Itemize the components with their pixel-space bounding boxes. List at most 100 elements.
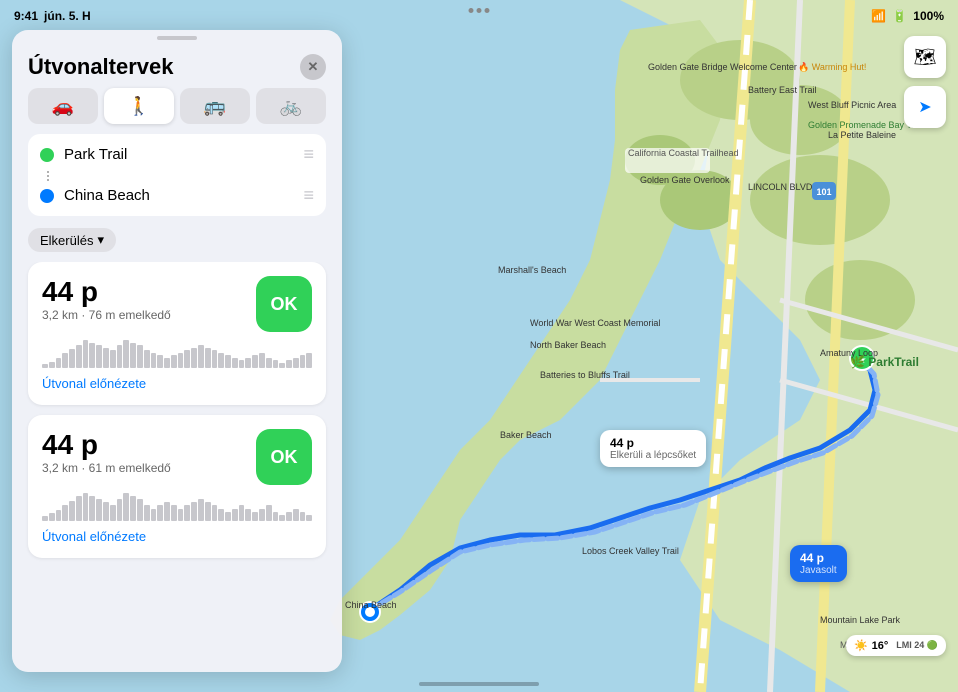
elevation-bar [232,509,238,521]
route-2-preview-link[interactable]: Útvonal előnézete [42,529,312,544]
elevation-bar [259,509,265,521]
elevation-bar [42,364,48,368]
map-button-group: 🗺 ➤ [904,36,946,128]
elevation-bar [171,355,177,368]
waypoint-origin: Park Trail ≡ [28,134,326,175]
elevation-bar [266,358,272,368]
callout-2-sub: Javasolt [800,565,837,576]
elevation-bar [130,496,136,521]
waypoints-container: Park Trail ≡ China Beach ≡ [28,134,326,216]
chevron-down-icon: ▾ [97,232,104,248]
elevation-bar [252,355,258,368]
elevation-bar [110,350,116,368]
elevation-bar [212,505,218,521]
status-date: jún. 5. H [44,9,91,23]
elevation-bar [225,355,231,368]
elevation-bar [273,512,279,521]
status-bar: 9:41 jún. 5. H 📶 🔋 100% [0,0,958,28]
elevation-bar [286,360,292,368]
elevation-bar [245,509,251,521]
elevation-bar [184,505,190,521]
elevation-bar [225,512,231,521]
elevation-bar [191,502,197,521]
origin-reorder-icon[interactable]: ≡ [303,144,314,165]
map-view-button[interactable]: 🗺 [904,36,946,78]
route-2-elevation [42,491,312,521]
elevation-bar [286,512,292,521]
elevation-bar [56,358,62,368]
elevation-bar [239,360,245,368]
route-2-time: 44 p [42,429,171,461]
route-2-details: 3,2 km · 61 m emelkedő [42,461,171,475]
elevation-bar [157,505,163,521]
origin-name: Park Trail [64,146,293,163]
elevation-bar [164,358,170,368]
sidebar-title: Útvonaltervek [28,54,174,80]
route-2-ok-button[interactable]: OK [256,429,312,485]
elevation-bar [49,362,55,368]
elevation-bar [83,493,89,521]
elevation-bar [96,345,102,368]
elevation-bar [245,358,251,368]
wifi-icon: 📶 [871,9,886,23]
weather-temp: 16° [872,640,889,652]
elevation-bar [279,515,285,521]
weather-icon: ☀️ [854,639,868,652]
elevation-bar [171,505,177,521]
avoidance-label: Elkerülés [40,233,93,248]
avoidance-button[interactable]: Elkerülés ▾ [28,228,116,252]
elevation-bar [279,363,285,368]
elevation-bar [144,505,150,521]
close-button[interactable]: ✕ [300,54,326,80]
elevation-bar [89,343,95,368]
route-1-time: 44 p [42,276,171,308]
callout-2-time: 44 p [800,551,824,565]
elevation-bar [89,496,95,521]
elevation-bar [117,499,123,521]
transport-tab-bike[interactable]: 🚲 [256,88,326,124]
location-button[interactable]: ➤ [904,86,946,128]
route-1-details: 3,2 km · 76 m emelkedő [42,308,171,322]
weather-lmi: LMI 24 🟢 [896,640,938,651]
route-callout-suggested[interactable]: 44 p Javasolt [790,545,847,582]
route-callout-1[interactable]: 44 p Elkerüli a lépcsőket [600,430,706,467]
elevation-bar [42,516,48,521]
elevation-bar [239,505,245,521]
destination-reorder-icon[interactable]: ≡ [303,185,314,206]
route-1-ok-button[interactable]: OK [256,276,312,332]
elevation-bar [117,345,123,368]
elevation-bar [266,505,272,521]
elevation-bar [232,358,238,368]
elevation-bar [137,499,143,521]
elevation-bar [300,355,306,368]
elevation-bar [178,353,184,368]
elevation-bar [293,358,299,368]
transport-tab-transit[interactable]: 🚌 [180,88,250,124]
elevation-bar [164,502,170,521]
elevation-bar [144,350,150,368]
waypoint-destination: China Beach ≡ [28,175,326,216]
destination-name: China Beach [64,187,293,204]
avoidance-row: Elkerülés ▾ [12,224,342,262]
route-1-header: 44 p 3,2 km · 76 m emelkedő OK [42,276,312,332]
svg-text:★: ★ [858,355,867,366]
elevation-bar [218,353,224,368]
elevation-bar [205,502,211,521]
elevation-bar [306,515,312,521]
elevation-bar [151,353,157,368]
route-1-preview-link[interactable]: Útvonal előnézete [42,376,312,391]
transport-tab-walk[interactable]: 🚶 [104,88,174,124]
sidebar-header: Útvonaltervek ✕ [12,40,342,88]
elevation-bar [218,509,224,521]
elevation-bar [157,355,163,368]
elevation-bar [62,353,68,368]
transport-tabs: 🚗 🚶 🚌 🚲 [12,88,342,134]
elevation-bar [56,510,62,521]
transport-tab-car[interactable]: 🚗 [28,88,98,124]
elevation-bar [252,512,258,521]
callout-1-time: 44 p [610,436,634,450]
elevation-bar [191,348,197,368]
elevation-bar [184,350,190,368]
elevation-bar [49,513,55,521]
elevation-bar [96,499,102,521]
